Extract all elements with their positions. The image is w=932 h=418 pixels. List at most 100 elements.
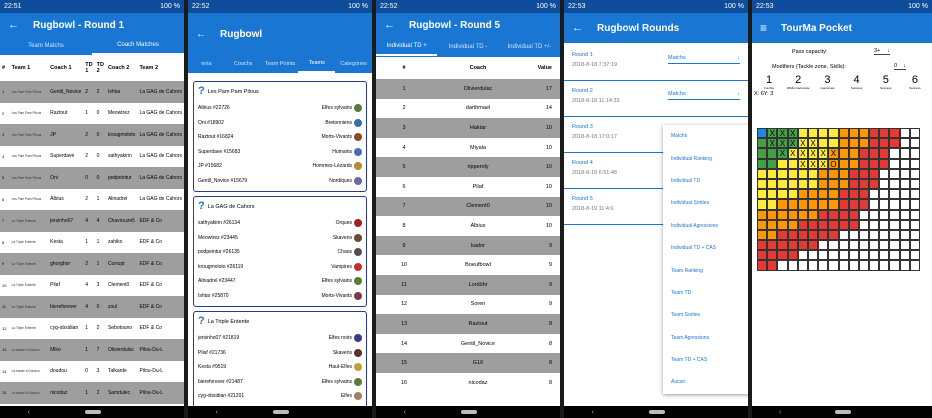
grid-cell[interactable] bbox=[858, 229, 870, 241]
tab-1[interactable]: Individual TD - bbox=[437, 39, 498, 55]
grid-cell[interactable] bbox=[879, 148, 890, 159]
grid-cell[interactable] bbox=[879, 189, 890, 200]
grid-cell[interactable] bbox=[807, 260, 819, 271]
table-row[interactable]: 3 Haktar 10 bbox=[376, 118, 560, 138]
back-arrow-icon[interactable]: ← bbox=[572, 22, 583, 34]
coach-row[interactable]: Albius #22726 Elfes sylvains bbox=[198, 101, 362, 116]
grid-cell[interactable] bbox=[879, 229, 890, 241]
grid-cell[interactable] bbox=[909, 189, 920, 200]
table-row[interactable]: 11 Lordûhr 9 bbox=[376, 274, 560, 295]
grid-cell[interactable]: X bbox=[797, 158, 808, 169]
tab-categories[interactable]: Categories bbox=[335, 56, 372, 72]
grid-cell[interactable] bbox=[818, 219, 829, 230]
grid-cell[interactable] bbox=[818, 178, 829, 190]
round-item[interactable]: Round 2 2018-8-18 11:14:33 Matchs ↓ bbox=[564, 81, 748, 117]
grid-cell[interactable] bbox=[757, 229, 768, 241]
grid-cell[interactable] bbox=[889, 178, 900, 190]
table-row[interactable]: 10 La Triple Entente Pilaf 4 3 Clement0 EDF & … bbox=[0, 275, 184, 297]
grid-cell[interactable] bbox=[767, 189, 778, 200]
grid-cell[interactable] bbox=[869, 148, 880, 159]
grid-cell[interactable] bbox=[807, 168, 819, 179]
grid-cell[interactable] bbox=[828, 219, 839, 230]
grid-cell[interactable]: X bbox=[777, 138, 788, 149]
table-row[interactable]: 4 Les Pam Pam Pilous Superdave 2 0 sathyakiri… bbox=[0, 146, 184, 168]
table-row[interactable]: 1 Les Pam Pam Pilous Gentil_Novice 2 2 Ishtar… bbox=[0, 81, 184, 103]
tab-teams[interactable]: Teams bbox=[298, 55, 336, 73]
table-row[interactable]: 6 Les Pam Pam Pilous Albius 2 1 Alinadrel La G… bbox=[0, 189, 184, 211]
grid-cell[interactable] bbox=[757, 168, 768, 179]
grid-cell[interactable] bbox=[818, 128, 829, 139]
table-row[interactable]: 3 Les Pam Pam Pilous JP 2 0 krougmoloto La GAG… bbox=[0, 124, 184, 146]
grid-cell[interactable] bbox=[858, 199, 870, 210]
grid-cell[interactable] bbox=[818, 199, 829, 210]
table-row[interactable]: 4 Miyala 10 bbox=[376, 138, 560, 158]
grid-cell[interactable] bbox=[757, 260, 768, 271]
grid-cell[interactable] bbox=[787, 168, 798, 179]
table-row[interactable]: 16 nicodaz 8 bbox=[376, 373, 560, 393]
grid-cell[interactable] bbox=[757, 158, 768, 169]
grid-cell[interactable] bbox=[767, 148, 778, 159]
grid-cell[interactable] bbox=[777, 219, 788, 230]
grid-cell[interactable] bbox=[828, 260, 839, 271]
coach-row[interactable]: Gentil_Novice #15679 Nordiques bbox=[198, 174, 362, 189]
grid-cell[interactable] bbox=[807, 189, 819, 200]
tab-coachs[interactable]: Coachs bbox=[225, 56, 262, 72]
coach-row[interactable]: jersinho07 #21819 Elfes noirs bbox=[198, 331, 362, 346]
grid-cell[interactable] bbox=[848, 158, 859, 169]
table-row[interactable]: 7 La Triple Entente jersinho07 4 4 Chavrouze5… bbox=[0, 210, 184, 232]
grid-cell[interactable] bbox=[848, 128, 859, 139]
table-row[interactable]: 15 G16 8 bbox=[376, 353, 560, 373]
grid-cell[interactable] bbox=[879, 240, 890, 251]
grid-cell[interactable] bbox=[879, 158, 890, 169]
grid-cell[interactable] bbox=[777, 199, 788, 210]
grid-cell[interactable] bbox=[787, 250, 798, 261]
grid-cell[interactable] bbox=[838, 199, 849, 210]
grid-cell[interactable]: X bbox=[807, 158, 819, 169]
grid-cell[interactable] bbox=[818, 250, 829, 261]
grid-cell[interactable] bbox=[858, 219, 870, 230]
grid-cell[interactable] bbox=[828, 240, 839, 251]
back-arrow-icon[interactable]: ← bbox=[8, 19, 19, 31]
grid-cell[interactable] bbox=[838, 158, 849, 169]
home-pill-icon[interactable] bbox=[85, 410, 102, 414]
coach-row[interactable]: Superdave #15683 Humains bbox=[198, 145, 362, 160]
grid-cell[interactable] bbox=[869, 229, 880, 241]
grid-cell[interactable] bbox=[909, 250, 920, 261]
grid-cell[interactable]: X bbox=[787, 128, 798, 139]
grid-cell[interactable] bbox=[807, 250, 819, 261]
team-card[interactable]: ? La GAG de Cahors sathyakirin #26134 Orque… bbox=[193, 196, 367, 307]
grid-cell[interactable] bbox=[858, 148, 870, 159]
grid-cell[interactable] bbox=[879, 219, 890, 230]
grid-cell[interactable] bbox=[787, 199, 798, 210]
table-row[interactable]: 7 Clement0 10 bbox=[376, 196, 560, 217]
table-row[interactable]: 9 kador 9 bbox=[376, 235, 560, 256]
grid-cell[interactable] bbox=[899, 240, 910, 251]
tab-team-points[interactable]: Team Points bbox=[262, 56, 299, 72]
grid-cell[interactable]: X bbox=[818, 148, 829, 159]
grid-cell[interactable] bbox=[818, 229, 829, 241]
modifiers-select[interactable]: 0 ↓ bbox=[894, 63, 906, 70]
grid-cell[interactable]: X bbox=[828, 148, 839, 159]
table-row[interactable]: 10 Boeufbowl 9 bbox=[376, 255, 560, 275]
grid-cell[interactable] bbox=[858, 158, 870, 169]
grid-cell[interactable] bbox=[838, 178, 849, 190]
grid-cell[interactable] bbox=[899, 209, 910, 220]
grid-cell[interactable] bbox=[869, 168, 880, 179]
grid-cell[interactable] bbox=[797, 128, 808, 139]
grid-cell[interactable] bbox=[828, 189, 839, 200]
grid-cell[interactable] bbox=[848, 219, 859, 230]
grid-cell[interactable]: X bbox=[787, 148, 798, 159]
grid-cell[interactable] bbox=[909, 178, 920, 190]
grid-cell[interactable]: O bbox=[828, 158, 839, 169]
menu-item[interactable]: Individual TD bbox=[663, 170, 748, 192]
round-item[interactable]: Round 1 2018-8-18 7:37:19 Matchs ↓ bbox=[564, 45, 748, 81]
grid-cell[interactable] bbox=[869, 158, 880, 169]
grid-cell[interactable] bbox=[899, 138, 910, 149]
grid-cell[interactable] bbox=[899, 178, 910, 190]
grid-cell[interactable] bbox=[767, 178, 778, 190]
grid-cell[interactable] bbox=[777, 209, 788, 220]
grid-cell[interactable] bbox=[889, 199, 900, 210]
coach-row[interactable]: Pilaf #21736 Skavens bbox=[198, 346, 362, 361]
grid-cell[interactable]: X bbox=[797, 148, 808, 159]
grid-cell[interactable] bbox=[869, 240, 880, 251]
